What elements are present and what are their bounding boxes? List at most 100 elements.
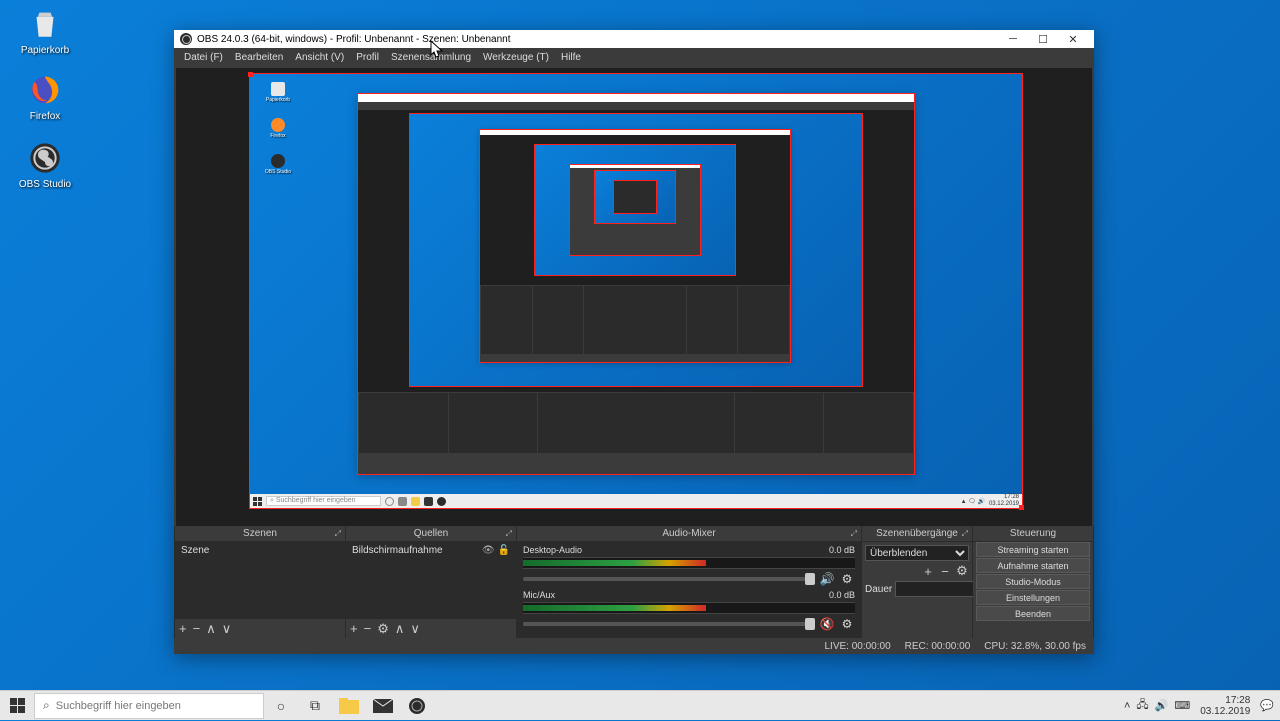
volume-slider[interactable]: [523, 622, 815, 626]
taskbar-mail[interactable]: [366, 691, 400, 721]
obs-window: OBS 24.0.3 (64-bit, windows) - Profil: U…: [174, 30, 1094, 654]
menu-edit[interactable]: Bearbeiten: [229, 50, 289, 65]
source-settings-button[interactable]: ⚙: [377, 621, 389, 637]
menu-help[interactable]: Hilfe: [555, 50, 587, 65]
tray-language-icon[interactable]: ⌨: [1174, 699, 1190, 712]
remove-transition-button[interactable]: −: [938, 564, 952, 578]
preview-desktop-icon: OBS Studio: [264, 154, 292, 175]
duration-label: Dauer: [865, 584, 892, 595]
task-view-button[interactable]: ⧉: [298, 691, 332, 721]
speaker-icon[interactable]: 🔊: [819, 571, 835, 587]
preview-recursion-window: [358, 94, 914, 474]
search-icon: ⌕: [43, 698, 50, 713]
add-transition-button[interactable]: +: [921, 564, 935, 578]
scene-down-button[interactable]: ∨: [222, 621, 232, 637]
tray-clock[interactable]: 17:28 03.12.2019: [1196, 695, 1254, 717]
tray-chevron-icon[interactable]: ˄: [1124, 700, 1130, 712]
taskbar-search[interactable]: ⌕Suchbegriff hier eingeben: [34, 693, 264, 719]
undock-icon[interactable]: ⤢: [506, 529, 512, 539]
menu-file[interactable]: Datei (F): [178, 50, 229, 65]
menu-bar: Datei (F) Bearbeiten Ansicht (V) Profil …: [174, 48, 1094, 66]
status-live: LIVE: 00:00:00: [824, 641, 890, 652]
cortana-button[interactable]: ○: [264, 691, 298, 721]
dock-scenes: Szenen ⤢ Szene + − ∧ ∨: [175, 526, 345, 638]
start-button[interactable]: [0, 691, 34, 721]
docks: Szenen ⤢ Szene + − ∧ ∨ Quellen ⤢ Bildschir…: [174, 526, 1094, 638]
transition-select[interactable]: Überblenden: [865, 545, 969, 561]
dock-title: Steuerung: [1010, 528, 1056, 539]
gear-icon[interactable]: ⚙: [839, 571, 855, 587]
desktop-icon-label: OBS Studio: [19, 179, 71, 190]
mute-icon[interactable]: 🔇: [819, 616, 835, 632]
mixer-channel: Mic/Aux0.0 dB 🔇 ⚙: [517, 587, 861, 632]
preview-canvas[interactable]: Papierkorb Firefox OBS Studio: [250, 74, 1022, 508]
scene-item[interactable]: Szene: [175, 542, 345, 558]
obs-logo-icon: [180, 33, 192, 45]
undock-icon[interactable]: ⤢: [962, 529, 968, 539]
firefox-icon: [27, 72, 63, 108]
preview-taskbar: ⌕ Suchbegriff hier eingeben ▲ 🗨 🔊 17:280…: [250, 494, 1022, 508]
status-bar: LIVE: 00:00:00 REC: 00:00:00 CPU: 32.8%,…: [174, 638, 1094, 654]
dock-title: Szenenübergänge: [876, 528, 958, 539]
exit-button[interactable]: Beenden: [976, 606, 1090, 621]
menu-tools[interactable]: Werkzeuge (T): [477, 50, 555, 65]
undock-icon[interactable]: ⤢: [851, 529, 857, 539]
tray-volume-icon[interactable]: 🔊: [1155, 699, 1169, 712]
scene-up-button[interactable]: ∧: [206, 621, 216, 637]
start-recording-button[interactable]: Aufnahme starten: [976, 558, 1090, 573]
status-cpu: CPU: 32.8%, 30.00 fps: [984, 641, 1086, 652]
windows-logo-icon: [10, 698, 25, 713]
window-title: OBS 24.0.3 (64-bit, windows) - Profil: U…: [197, 34, 511, 45]
close-button[interactable]: ✕: [1058, 30, 1088, 48]
dock-title: Szenen: [243, 528, 277, 539]
dock-controls: Steuerung Streaming starten Aufnahme sta…: [973, 526, 1093, 638]
start-streaming-button[interactable]: Streaming starten: [976, 542, 1090, 557]
audio-meter: [523, 602, 855, 614]
menu-scene-collection[interactable]: Szenensammlung: [385, 50, 477, 65]
windows-taskbar: ⌕Suchbegriff hier eingeben ○ ⧉ ˄ 🖧 🔊 ⌨ 1…: [0, 690, 1280, 720]
tray-notifications-icon[interactable]: 💬: [1260, 699, 1274, 712]
remove-source-button[interactable]: −: [364, 621, 372, 636]
lock-icon[interactable]: 🔓: [498, 545, 510, 556]
source-item[interactable]: Bildschirmaufnahme 👁🔓: [346, 542, 516, 558]
preview-area[interactable]: Papierkorb Firefox OBS Studio: [176, 68, 1092, 526]
transition-settings-button[interactable]: ⚙: [955, 564, 969, 578]
visibility-icon[interactable]: 👁: [482, 545, 495, 556]
obs-icon: [27, 140, 63, 176]
tray-network-icon[interactable]: 🖧: [1136, 696, 1148, 715]
preview-desktop-icon: Firefox: [264, 118, 292, 139]
studio-mode-button[interactable]: Studio-Modus: [976, 574, 1090, 589]
taskbar-obs[interactable]: [400, 691, 434, 721]
recycle-bin-icon: [27, 6, 63, 42]
dock-sources: Quellen ⤢ Bildschirmaufnahme 👁🔓 + − ⚙ ∧ ∨: [346, 526, 516, 638]
status-rec: REC: 00:00:00: [905, 641, 971, 652]
taskbar-explorer[interactable]: [332, 691, 366, 721]
mixer-channel: Desktop-Audio0.0 dB 🔊 ⚙: [517, 542, 861, 587]
desktop-icon-firefox[interactable]: Firefox: [10, 72, 80, 122]
gear-icon[interactable]: ⚙: [839, 616, 855, 632]
audio-meter: [523, 557, 855, 569]
menu-profile[interactable]: Profil: [350, 50, 385, 65]
dock-transitions: Szenenübergänge ⤢ Überblenden + − ⚙ Dauer…: [862, 526, 972, 638]
source-up-button[interactable]: ∧: [395, 621, 405, 637]
settings-button[interactable]: Einstellungen: [976, 590, 1090, 605]
desktop-icon-label: Papierkorb: [21, 45, 69, 56]
window-titlebar[interactable]: OBS 24.0.3 (64-bit, windows) - Profil: U…: [174, 30, 1094, 48]
volume-slider[interactable]: [523, 577, 815, 581]
add-scene-button[interactable]: +: [179, 621, 187, 636]
system-tray: ˄ 🖧 🔊 ⌨ 17:28 03.12.2019 💬: [1118, 691, 1280, 721]
remove-scene-button[interactable]: −: [193, 621, 201, 636]
dock-title: Audio-Mixer: [662, 528, 715, 539]
add-source-button[interactable]: +: [350, 621, 358, 636]
undock-icon[interactable]: ⤢: [335, 529, 341, 539]
menu-view[interactable]: Ansicht (V): [289, 50, 350, 65]
desktop-icon-label: Firefox: [30, 111, 61, 122]
maximize-button[interactable]: ☐: [1028, 30, 1058, 48]
dock-title: Quellen: [414, 528, 448, 539]
preview-desktop-icon: Papierkorb: [264, 82, 292, 103]
source-down-button[interactable]: ∨: [410, 621, 420, 637]
desktop-icon-obs[interactable]: OBS Studio: [10, 140, 80, 190]
desktop-icon-recycle-bin[interactable]: Papierkorb: [10, 6, 80, 56]
dock-mixer: Audio-Mixer ⤢ Desktop-Audio0.0 dB 🔊 ⚙ Mic…: [517, 526, 861, 638]
minimize-button[interactable]: ─: [998, 30, 1028, 48]
